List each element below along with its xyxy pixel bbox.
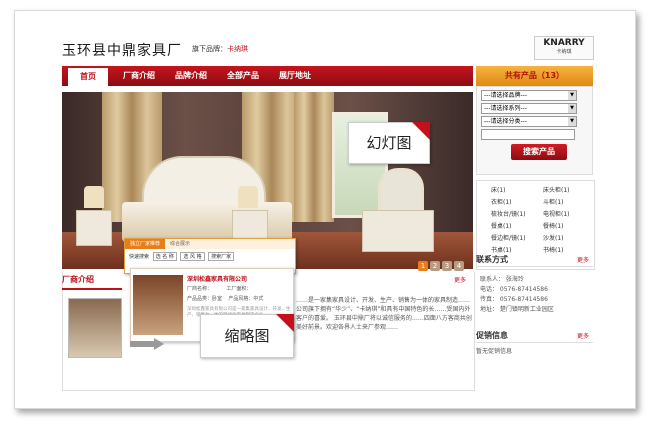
promo-empty-text: 暂无促销信息: [476, 348, 513, 355]
about-intro-text: ……是一家集家具设计、开发、生产、销售为一体的家具制造……公司旗下拥有“华少”、…: [296, 297, 472, 331]
slide-mirror: [378, 168, 424, 214]
contact-more-link[interactable]: 更多: [577, 255, 589, 264]
callout-corner: [276, 314, 294, 332]
thumbnail-callout-label: 缩略图: [224, 327, 270, 345]
category-item[interactable]: 餐椅(1): [543, 221, 564, 230]
thumbnail-callout: 缩略图: [200, 314, 294, 358]
arrow-right-icon: [154, 338, 164, 350]
slide-nightstand: [76, 210, 112, 246]
slide-page-2[interactable]: 2: [430, 261, 440, 271]
nav-home[interactable]: 首页: [68, 66, 108, 86]
contact-phone: 电话： 0576-87414586: [480, 286, 548, 293]
slide-curtain: [294, 92, 334, 222]
select-brand-value: ---请选择品牌---: [484, 92, 527, 99]
search-factory-button[interactable]: 搜索厂家: [208, 252, 235, 261]
brand-label: 旗下品牌：: [192, 45, 227, 53]
nav-products[interactable]: 全部产品: [218, 66, 268, 86]
logo-subtext: 卡纳琪: [556, 49, 572, 55]
about-more-link[interactable]: 更多: [454, 275, 466, 284]
select-category-value: ---请选择分类---: [484, 118, 527, 125]
quick-search-tabs: 独立厂家推荐 综合展示: [125, 239, 295, 249]
select-name[interactable]: 选 名 称: [152, 252, 177, 261]
product-search-panel: ---请选择品牌--- ▼ ---请选择系列--- ▼ ---请选择分类--- ▼ 搜…: [476, 86, 593, 175]
category-item[interactable]: 书桌(1): [491, 245, 512, 254]
product-search-box: ---请选择品牌--- ▼ ---请选择系列--- ▼ ---请选择分类--- ▼ 搜…: [476, 86, 593, 175]
category-item[interactable]: 电视柜(1): [543, 209, 570, 218]
select-series[interactable]: ---请选择系列--- ▼: [481, 103, 577, 114]
category-item[interactable]: 斗柜(1): [543, 197, 564, 206]
brand-logo[interactable]: KNARRY 卡纳琪: [534, 36, 594, 60]
category-item[interactable]: 梳妆台/镜(1): [491, 209, 526, 218]
company-card-name[interactable]: 深圳松鑫家具有限公司: [187, 274, 247, 283]
tab-showcase[interactable]: 综合展示: [165, 239, 195, 249]
slide-pager: 1234: [418, 253, 466, 272]
company-card-image: [133, 275, 183, 335]
select-series-value: ---请选择系列---: [484, 105, 527, 112]
category-item[interactable]: 餐边柜/镜(1): [491, 233, 526, 242]
card-field-area: 工厂面积：: [226, 286, 252, 292]
callout-corner: [412, 122, 430, 140]
promo-heading: 促销信息 更多: [476, 330, 593, 343]
brand-info: 旗下品牌：卡纳琪: [192, 44, 248, 54]
contact-address: 地址： 楚门镇明新工业园区: [480, 306, 554, 313]
keyword-input[interactable]: [481, 129, 575, 140]
category-item[interactable]: 衣柜(1): [491, 197, 512, 206]
select-category[interactable]: ---请选择分类--- ▼: [481, 116, 577, 127]
slide-dresser: [362, 210, 434, 252]
nav-showroom[interactable]: 展厅地址: [270, 66, 320, 86]
arrow-shaft: [130, 341, 154, 347]
slide-page-4[interactable]: 4: [454, 261, 464, 271]
slide-lamp: [238, 186, 258, 208]
card-field-category: 产品品类：卧室: [187, 296, 223, 302]
search-products-button[interactable]: 搜索产品: [511, 144, 567, 160]
card-field-style: 产品风格：中式: [228, 296, 264, 302]
category-item[interactable]: 床(1): [491, 185, 506, 194]
slideshow-callout-label: 幻灯图: [366, 134, 412, 152]
card-field-name: 厂商名称：: [187, 286, 213, 292]
site-title: 玉环县中鼎家具厂: [62, 43, 182, 59]
category-item[interactable]: 餐桌(1): [491, 221, 512, 230]
chevron-down-icon: ▼: [568, 91, 576, 100]
select-style[interactable]: 选 风 格: [180, 252, 205, 261]
contact-fax: 传真： 0576-87414586: [480, 296, 548, 303]
category-item[interactable]: 书椅(1): [543, 245, 564, 254]
nav-brand[interactable]: 品牌介绍: [166, 66, 216, 86]
chevron-down-icon: ▼: [568, 104, 576, 113]
promo-title: 促销信息: [476, 331, 508, 340]
site-container: 玉环县中鼎家具厂 旗下品牌：卡纳琪 KNARRY 卡纳琪 首页 厂商介绍 品牌介…: [62, 20, 595, 396]
quick-search-row: 快速搜索 选 名 称 选 风 格 搜索厂家: [125, 249, 295, 264]
slideshow-callout: 幻灯图: [348, 122, 430, 164]
chevron-down-icon: ▼: [568, 117, 576, 126]
contact-title: 联系方式: [476, 255, 508, 264]
main-nav: 首页 厂商介绍 品牌介绍 全部产品 展厅地址: [62, 66, 473, 86]
brand-link[interactable]: 卡纳琪: [227, 45, 248, 53]
quick-search-label: 快速搜索: [129, 254, 150, 260]
contact-heading: 联系方式 更多: [476, 254, 593, 267]
products-count-header: 共有产品（13）: [476, 66, 593, 86]
about-image: [68, 298, 122, 358]
logo-text: KNARRY: [543, 38, 585, 48]
category-item[interactable]: 沙发(1): [543, 233, 564, 242]
promo-more-link[interactable]: 更多: [577, 331, 589, 340]
card-row-1: 厂商名称： 工厂面积：: [187, 285, 251, 292]
slide-page-1[interactable]: 1: [418, 261, 428, 271]
contact-person: 联系人： 张海玲: [480, 276, 524, 283]
select-brand[interactable]: ---请选择品牌--- ▼: [481, 90, 577, 101]
nav-about[interactable]: 厂商介绍: [114, 66, 164, 86]
about-heading: 厂商介绍: [62, 274, 122, 290]
slide-lamp: [84, 186, 104, 208]
category-item[interactable]: 床头柜(1): [543, 185, 570, 194]
slide-page-3[interactable]: 3: [442, 261, 452, 271]
tab-factory[interactable]: 独立厂家推荐: [125, 239, 166, 249]
card-row-2: 产品品类：卧室 产品风格：中式: [187, 295, 263, 302]
